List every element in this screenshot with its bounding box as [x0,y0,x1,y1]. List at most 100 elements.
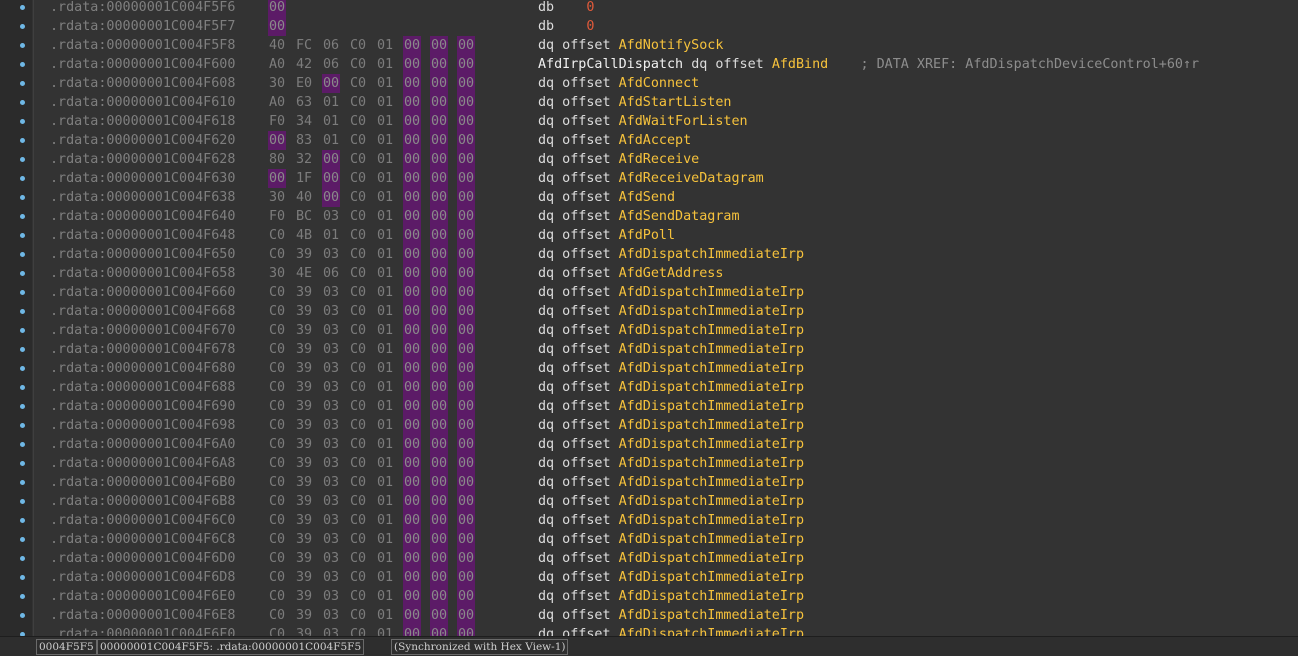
breakpoint-dot-icon[interactable] [20,461,25,466]
symbol-reference[interactable]: AfdPoll [619,228,675,243]
disasm-line[interactable]: .rdata:00000001C004F620 00 83 01 C0 01 00 00 00 d… [0,131,1298,150]
disasm-line[interactable]: .rdata:00000001C004F668 C0 39 03 C0 01 00 00 00 d… [0,302,1298,321]
disasm-line[interactable]: .rdata:00000001C004F6A8 C0 39 03 C0 01 00 00 00 d… [0,454,1298,473]
symbol-reference[interactable]: AfdReceiveDatagram [619,171,764,186]
symbol-reference[interactable]: AfdDispatchImmediateIrp [619,361,804,376]
symbol-reference[interactable]: AfdDispatchImmediateIrp [619,380,804,395]
breakpoint-dot-icon[interactable] [20,176,25,181]
disasm-line[interactable]: .rdata:00000001C004F6D0 C0 39 03 C0 01 00 00 00 d… [0,549,1298,568]
symbol-reference[interactable]: AfdDispatchImmediateIrp [619,627,804,636]
breakpoint-dot-icon[interactable] [20,24,25,29]
breakpoint-dot-icon[interactable] [20,43,25,48]
symbol-reference[interactable]: AfdDispatchImmediateIrp [619,418,804,433]
disasm-line[interactable]: .rdata:00000001C004F6B8 C0 39 03 C0 01 00 00 00 d… [0,492,1298,511]
disasm-line[interactable]: .rdata:00000001C004F630 00 1F 00 C0 01 00 00 00 d… [0,169,1298,188]
breakpoint-dot-icon[interactable] [20,290,25,295]
breakpoint-dot-icon[interactable] [20,366,25,371]
breakpoint-dot-icon[interactable] [20,62,25,67]
disasm-line[interactable]: .rdata:00000001C004F6E8 C0 39 03 C0 01 00 00 00 d… [0,606,1298,625]
disasm-line[interactable]: .rdata:00000001C004F608 30 E0 00 C0 01 00 00 00 d… [0,74,1298,93]
disasm-line[interactable]: .rdata:00000001C004F628 80 32 00 C0 01 00 00 00 d… [0,150,1298,169]
breakpoint-dot-icon[interactable] [20,518,25,523]
breakpoint-dot-icon[interactable] [20,404,25,409]
symbol-reference[interactable]: AfdDispatchImmediateIrp [619,456,804,471]
symbol-reference[interactable]: AfdWaitForListen [619,114,748,129]
disasm-line[interactable]: .rdata:00000001C004F5F7 00 db 0 [0,17,1298,36]
symbol-reference[interactable]: AfdDispatchImmediateIrp [619,608,804,623]
symbol-reference[interactable]: AfdDispatchImmediateIrp [619,589,804,604]
disasm-line[interactable]: .rdata:00000001C004F690 C0 39 03 C0 01 00 00 00 d… [0,397,1298,416]
symbol-reference[interactable]: AfdDispatchImmediateIrp [619,342,804,357]
symbol-reference[interactable]: AfdAccept [619,133,692,148]
disasm-line[interactable]: .rdata:00000001C004F6E0 C0 39 03 C0 01 00 00 00 d… [0,587,1298,606]
symbol-reference[interactable]: AfdSend [619,190,675,205]
disassembly-view[interactable]: .rdata:00000001C004F5F6 00 db 0 .rdata:0000… [0,0,1298,636]
disasm-line[interactable]: .rdata:00000001C004F698 C0 39 03 C0 01 00 00 00 d… [0,416,1298,435]
symbol-reference[interactable]: AfdDispatchImmediateIrp [619,399,804,414]
disasm-line[interactable]: .rdata:00000001C004F660 C0 39 03 C0 01 00 00 00 d… [0,283,1298,302]
breakpoint-dot-icon[interactable] [20,537,25,542]
symbol-reference[interactable]: AfdDispatchImmediateIrp [619,513,804,528]
disasm-line[interactable]: .rdata:00000001C004F600 A0 42 06 C0 01 00 00 00 A… [0,55,1298,74]
disasm-line[interactable]: .rdata:00000001C004F650 C0 39 03 C0 01 00 00 00 d… [0,245,1298,264]
symbol-reference[interactable]: AfdDispatchImmediateIrp [619,323,804,338]
symbol-reference[interactable]: AfdDispatchImmediateIrp [619,285,804,300]
symbol-reference[interactable]: AfdDispatchImmediateIrp [619,551,804,566]
disasm-line[interactable]: .rdata:00000001C004F640 F0 BC 03 C0 01 00 00 00 d… [0,207,1298,226]
disasm-line[interactable]: .rdata:00000001C004F678 C0 39 03 C0 01 00 00 00 d… [0,340,1298,359]
symbol-reference[interactable]: AfdDispatchImmediateIrp [619,437,804,452]
breakpoint-dot-icon[interactable] [20,613,25,618]
symbol-reference[interactable]: AfdReceive [619,152,700,167]
breakpoint-dot-icon[interactable] [20,138,25,143]
disasm-line[interactable]: .rdata:00000001C004F5F8 40 FC 06 C0 01 00 00 00 d… [0,36,1298,55]
breakpoint-dot-icon[interactable] [20,575,25,580]
disasm-line[interactable]: .rdata:00000001C004F5F6 00 db 0 [0,0,1298,17]
symbol-reference[interactable]: AfdDispatchImmediateIrp [619,570,804,585]
breakpoint-dot-icon[interactable] [20,157,25,162]
breakpoint-dot-icon[interactable] [20,233,25,238]
breakpoint-dot-icon[interactable] [20,100,25,105]
symbol-reference[interactable]: AfdGetAddress [619,266,724,281]
breakpoint-dot-icon[interactable] [20,252,25,257]
breakpoint-dot-icon[interactable] [20,81,25,86]
symbol-reference[interactable]: AfdDispatchImmediateIrp [619,304,804,319]
breakpoint-dot-icon[interactable] [20,423,25,428]
breakpoint-dot-icon[interactable] [20,499,25,504]
disasm-line[interactable]: .rdata:00000001C004F680 C0 39 03 C0 01 00 00 00 d… [0,359,1298,378]
disasm-line[interactable]: .rdata:00000001C004F618 F0 34 01 C0 01 00 00 00 d… [0,112,1298,131]
disasm-line[interactable]: .rdata:00000001C004F6D8 C0 39 03 C0 01 00 00 00 d… [0,568,1298,587]
symbol-reference[interactable]: AfdDispatchImmediateIrp [619,475,804,490]
symbol-reference[interactable]: AfdDispatchImmediateIrp [619,247,804,262]
breakpoint-dot-icon[interactable] [20,119,25,124]
breakpoint-dot-icon[interactable] [20,195,25,200]
disasm-line[interactable]: .rdata:00000001C004F6C0 C0 39 03 C0 01 00 00 00 d… [0,511,1298,530]
breakpoint-dot-icon[interactable] [20,328,25,333]
symbol-reference[interactable]: AfdDispatchImmediateIrp [619,532,804,547]
symbol-reference[interactable]: AfdStartListen [619,95,732,110]
disasm-line[interactable]: .rdata:00000001C004F6B0 C0 39 03 C0 01 00 00 00 d… [0,473,1298,492]
breakpoint-dot-icon[interactable] [20,385,25,390]
disasm-line[interactable]: .rdata:00000001C004F670 C0 39 03 C0 01 00 00 00 d… [0,321,1298,340]
breakpoint-dot-icon[interactable] [20,309,25,314]
breakpoint-dot-icon[interactable] [20,5,25,10]
breakpoint-dot-icon[interactable] [20,271,25,276]
line-label[interactable]: AfdIrpCallDispatch [538,57,683,72]
disasm-line[interactable]: .rdata:00000001C004F648 C0 4B 01 C0 01 00 00 00 d… [0,226,1298,245]
disasm-line[interactable]: .rdata:00000001C004F638 30 40 00 C0 01 00 00 00 d… [0,188,1298,207]
breakpoint-dot-icon[interactable] [20,442,25,447]
disasm-line[interactable]: .rdata:00000001C004F6F0 C0 39 03 C0 01 00 00 00 d… [0,625,1298,636]
disasm-line[interactable]: .rdata:00000001C004F658 30 4E 06 C0 01 00 00 00 d… [0,264,1298,283]
breakpoint-dot-icon[interactable] [20,594,25,599]
symbol-reference[interactable]: AfdDispatchImmediateIrp [619,494,804,509]
breakpoint-dot-icon[interactable] [20,480,25,485]
disasm-line[interactable]: .rdata:00000001C004F6C8 C0 39 03 C0 01 00 00 00 d… [0,530,1298,549]
symbol-reference[interactable]: AfdBind [772,57,828,72]
breakpoint-dot-icon[interactable] [20,556,25,561]
breakpoint-dot-icon[interactable] [20,214,25,219]
disasm-line[interactable]: .rdata:00000001C004F610 A0 63 01 C0 01 00 00 00 d… [0,93,1298,112]
symbol-reference[interactable]: AfdSendDatagram [619,209,740,224]
symbol-reference[interactable]: AfdConnect [619,76,700,91]
symbol-reference[interactable]: AfdNotifySock [619,38,724,53]
disasm-line[interactable]: .rdata:00000001C004F688 C0 39 03 C0 01 00 00 00 d… [0,378,1298,397]
xref-comment[interactable]: ; DATA XREF: AfdDispatchDeviceControl+60… [861,57,1200,72]
